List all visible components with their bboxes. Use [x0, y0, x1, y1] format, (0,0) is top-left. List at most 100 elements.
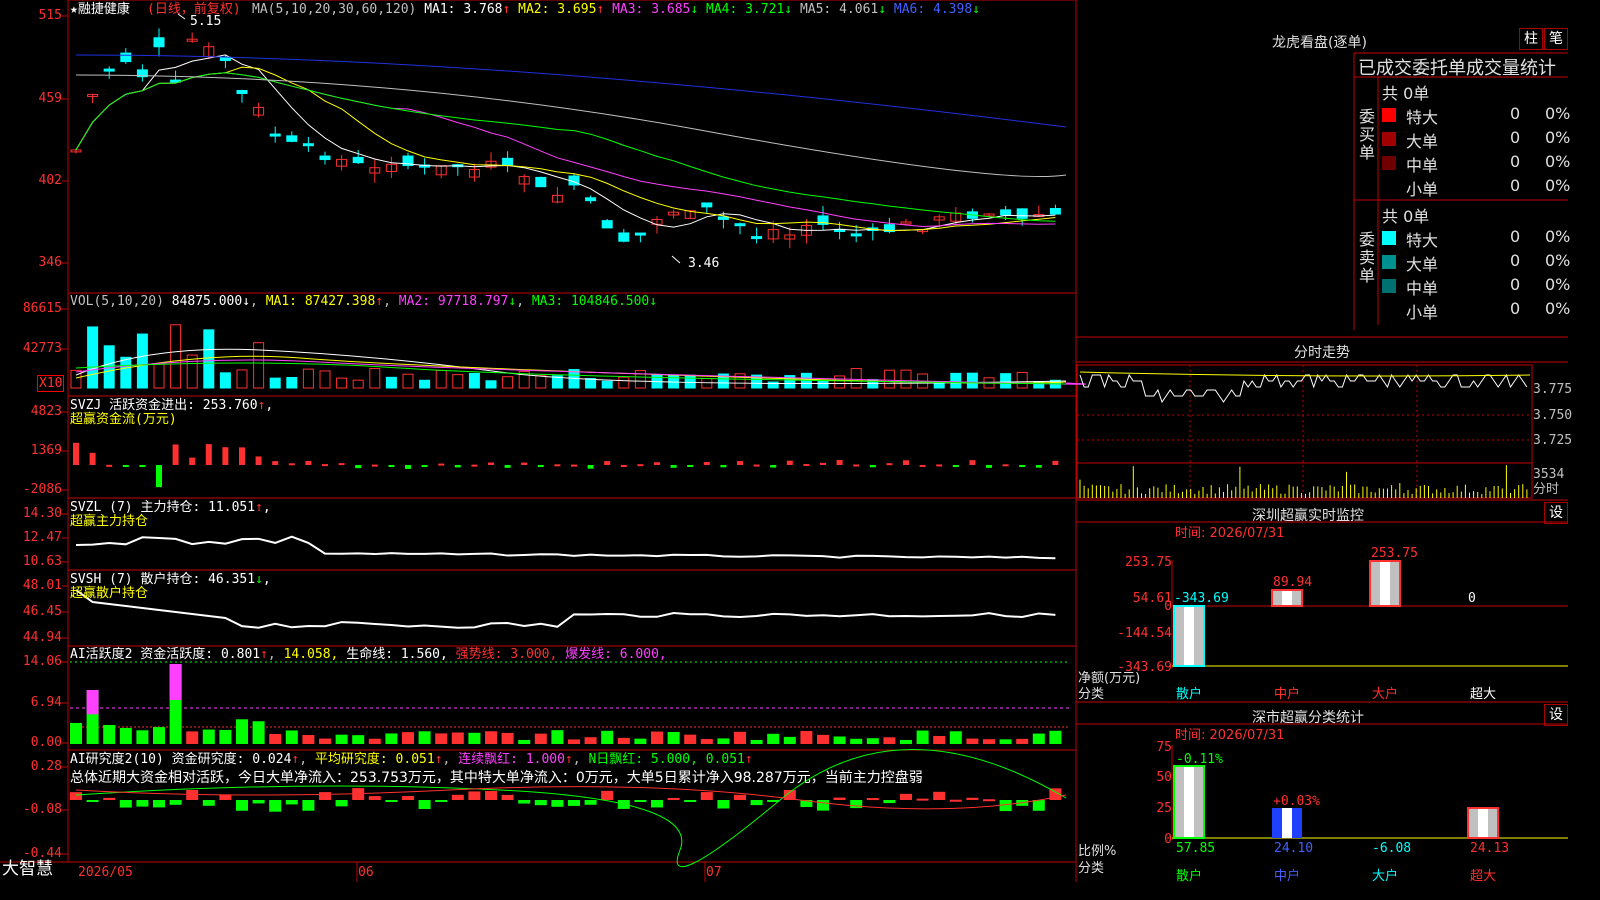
- low-price-label: 3.46: [688, 256, 720, 271]
- buy-row-label: 中单: [1406, 156, 1439, 175]
- candle-body: [634, 232, 646, 236]
- buy-row-label: 特大: [1406, 108, 1439, 127]
- ma3-line: [75, 72, 1056, 228]
- sz-monitor-time: 时间: 2026/07/31: [1175, 526, 1285, 541]
- research-bar: [236, 800, 248, 811]
- vol-legend: VOL(5,10,20) 84875.000↓, MA1: 87427.398↑…: [70, 294, 658, 309]
- bar-mode-button[interactable]: 柱: [1519, 28, 1543, 50]
- research-bar: [468, 791, 481, 800]
- sz-monitor-y-tick: 253.75: [1125, 555, 1172, 570]
- pen-mode-button[interactable]: 笔: [1544, 28, 1568, 50]
- flow-bar: [488, 462, 494, 465]
- research-bar: [402, 796, 414, 800]
- sell-row-count: 0: [1510, 275, 1521, 294]
- sz-class-category: 散户: [1176, 869, 1203, 884]
- sz-monitor-bar-label: 0: [1468, 591, 1476, 606]
- brand-logo: 大智慧: [2, 859, 53, 879]
- activity-bar: [684, 734, 697, 744]
- y-tick: 12.47: [22, 530, 62, 545]
- svsh-subtitle: 超赢散户持仓: [70, 586, 149, 601]
- flow-bar: [89, 452, 96, 465]
- sz-class-value: 24.10: [1274, 841, 1314, 856]
- flow-bar: [222, 447, 229, 465]
- volume-bar: [319, 370, 331, 389]
- svzj-subtitle: 超赢资金流(万元): [70, 412, 177, 427]
- research-bar: [568, 800, 580, 806]
- intraday-vol-tick: 3534: [1533, 467, 1565, 482]
- flow-bar: [504, 465, 511, 468]
- buy-row-pct: 0%: [1545, 152, 1571, 171]
- retail-position-line: [75, 589, 1056, 629]
- flow-bar: [886, 463, 893, 466]
- sell-row-label: 大单: [1406, 255, 1439, 274]
- y-tick: 402: [38, 173, 62, 188]
- intraday-vol-unit: 分时: [1533, 482, 1560, 497]
- research-bar: [634, 800, 647, 802]
- sz-class-value: -6.08: [1372, 841, 1412, 856]
- research-bar: [883, 800, 896, 804]
- buy-row-count: 0: [1510, 176, 1521, 195]
- candle-body: [535, 176, 547, 188]
- volume-bar: [966, 372, 978, 389]
- research-bar: [186, 789, 199, 800]
- flow-bar: [620, 464, 627, 467]
- svzj-legend: SVZJ 活跃资金进出: 253.760↑,: [70, 398, 274, 413]
- sell-row-pct: 0%: [1545, 275, 1571, 294]
- research-bar: [717, 800, 730, 809]
- ma6-line: [75, 54, 1067, 128]
- y-tick: -0.08: [22, 802, 62, 817]
- high-price-label: 5.15: [190, 14, 222, 29]
- flow-bar: [405, 465, 411, 469]
- activity-bar: [817, 734, 829, 744]
- ma-label: MA4:: [706, 2, 738, 17]
- volume-bar: [170, 324, 182, 389]
- intraday-tick-2: 3.725: [1533, 433, 1573, 448]
- buy-row-pct: 0%: [1545, 176, 1571, 195]
- ma-legend: MA(5,10,20,30,60,120) MA1: 3.768↑ MA2: 3…: [252, 2, 980, 17]
- candle-body: [236, 90, 248, 95]
- sz-class-settings-button[interactable]: 设: [1544, 704, 1568, 726]
- research-bar: [285, 800, 298, 805]
- sz-class-category: 超大: [1470, 869, 1497, 884]
- ma-item-3: MA3: 3.685↓: [612, 2, 698, 17]
- chart-canvas[interactable]: [0, 0, 1568, 882]
- sz-monitor-settings-button[interactable]: 设: [1544, 502, 1568, 524]
- flow-bar: [720, 465, 727, 468]
- research-bar: [153, 800, 165, 808]
- sz-monitor-category: 大户: [1372, 687, 1399, 702]
- activity-bar: [352, 735, 365, 744]
- research-summary: 总体近期大资金相对活跃，今日大单净流入：253.753万元，其中特大单净流入：0…: [70, 770, 923, 786]
- activity-bar: [717, 738, 730, 744]
- volume-bar: [219, 372, 231, 389]
- flow-bar: [338, 463, 345, 466]
- volume-bar: [585, 378, 597, 389]
- ma-value: 3.768: [463, 2, 503, 17]
- candle-body: [269, 133, 281, 137]
- research-bar: [949, 799, 962, 802]
- activity-bar: [402, 732, 414, 744]
- y-tick: 0.00: [30, 735, 62, 750]
- buy-side-label: 委买单: [1358, 107, 1375, 162]
- research-bar: [551, 800, 564, 807]
- activity-bar: [501, 732, 514, 744]
- flow-bar: [355, 465, 362, 469]
- candle-body: [701, 202, 713, 208]
- activity-bar: [119, 727, 132, 744]
- activity-bar: [1032, 733, 1045, 744]
- y-tick: 86615: [22, 301, 62, 316]
- sell-row-swatch: [1382, 231, 1396, 245]
- flow-bar: [687, 465, 694, 467]
- research-bar: [750, 800, 763, 806]
- volume-bar: [767, 381, 779, 389]
- activity-bar: [103, 724, 116, 744]
- ma-arrow: ↑: [502, 2, 511, 17]
- ma-label: MA5:: [799, 2, 832, 17]
- ma-item-1: MA1: 3.768↑: [424, 2, 510, 17]
- activity-bar-top: [86, 690, 99, 715]
- ai-research-legend: AI研究度2(10) 资金研究度: 0.024↑, 平均研究度: 0.051↑,…: [70, 752, 753, 767]
- y-tick: 44.94: [22, 630, 62, 645]
- intraday-title: 分时走势: [1294, 345, 1350, 361]
- research-bar: [169, 800, 182, 805]
- buy-row-swatch: [1382, 180, 1396, 194]
- buy-row-count: 0: [1510, 128, 1521, 147]
